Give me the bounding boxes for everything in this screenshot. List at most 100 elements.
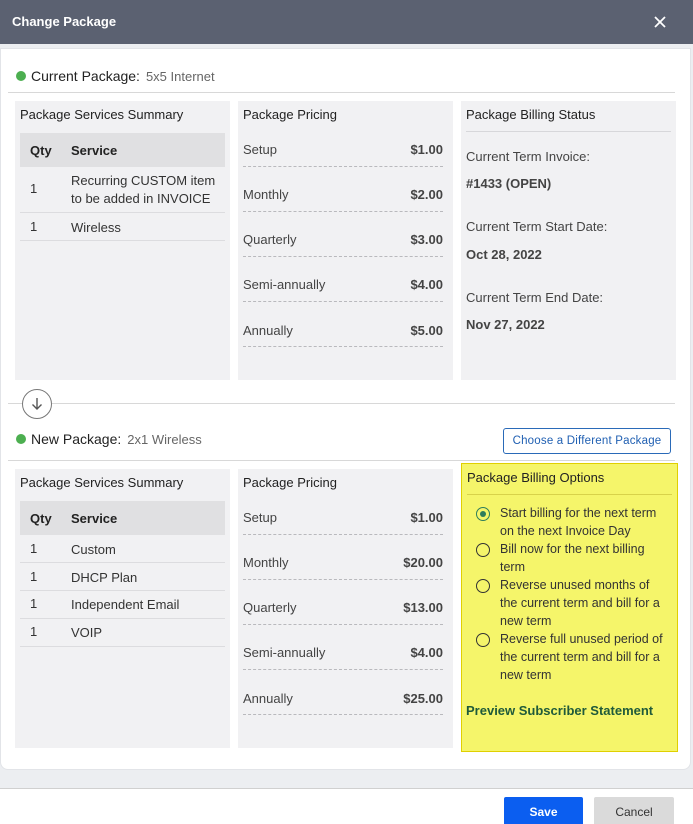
service-cell: VOIP	[71, 625, 103, 640]
billing-option-next-term[interactable]: Start billing for the next term on the n…	[476, 504, 668, 540]
new-services-title: Package Services Summary	[20, 475, 184, 490]
price-value: $2.00	[410, 187, 443, 202]
divider	[466, 131, 671, 132]
current-package-name: 5x5 Internet	[145, 68, 215, 84]
billing-option-label: Reverse unused months of the current ter…	[500, 578, 660, 628]
qty-header: Qty	[30, 511, 52, 526]
new-package-status-dot	[16, 434, 26, 444]
radio-unselected[interactable]	[476, 543, 490, 557]
new-services-panel: Package Services Summary Qty Service 1 C…	[15, 469, 230, 748]
current-services-header: Qty Service	[20, 133, 225, 167]
service-cell: Custom	[71, 542, 116, 557]
billing-option-label: Start billing for the next term on the n…	[500, 506, 657, 538]
new-pricing-title: Package Pricing	[243, 475, 337, 490]
billing-option-label: Reverse full unused period of the curren…	[500, 632, 663, 682]
qty-header: Qty	[30, 143, 52, 158]
current-pricing-panel: Package Pricing Setup $1.00 Monthly $2.0…	[238, 101, 453, 380]
choose-different-package-button[interactable]: Choose a Different Package	[503, 428, 671, 454]
close-icon[interactable]	[649, 11, 671, 33]
table-row: 1 Wireless	[20, 213, 225, 241]
new-package-name: 2x1 Wireless	[127, 431, 202, 447]
service-cell: Wireless	[71, 220, 121, 235]
billing-options-title: Package Billing Options	[467, 470, 605, 485]
price-value: $4.00	[410, 277, 443, 292]
cancel-button[interactable]: Cancel	[594, 797, 674, 824]
table-row: 1 Custom	[20, 535, 225, 563]
price-value: $13.00	[403, 600, 443, 615]
current-billing-status-panel: Package Billing Status Current Term Invo…	[461, 101, 676, 380]
new-pricing-panel: Package Pricing Setup $1.00 Monthly $20.…	[238, 469, 453, 748]
price-row: Annually $25.00	[243, 670, 443, 715]
qty-cell: 1	[30, 624, 38, 639]
price-label: Monthly	[243, 187, 289, 202]
service-cell: Recurring CUSTOM item to be added in INV…	[71, 173, 216, 206]
save-button[interactable]: Save	[504, 797, 583, 824]
price-label: Annually	[243, 691, 293, 706]
current-services-panel: Package Services Summary Qty Service 1 R…	[15, 101, 230, 380]
price-value: $1.00	[410, 142, 443, 157]
service-header: Service	[71, 143, 118, 158]
divider	[467, 494, 672, 495]
billing-status-title: Package Billing Status	[466, 107, 596, 122]
price-row: Setup $1.00	[243, 122, 443, 167]
current-pricing-title: Package Pricing	[243, 107, 337, 122]
billing-option-reverse-months[interactable]: Reverse unused months of the current ter…	[476, 576, 668, 630]
table-row: 1 Recurring CUSTOM item to be added in I…	[20, 167, 225, 213]
new-package-header: New Package: 2x1 Wireless	[16, 431, 202, 447]
invoice-label: Current Term Invoice:	[466, 149, 591, 164]
arrow-down-circle-icon	[22, 389, 52, 419]
price-label: Semi-annually	[243, 277, 326, 292]
qty-cell: 1	[30, 541, 38, 556]
term-end-label: Current Term End Date:	[466, 290, 604, 305]
term-end-value: Nov 27, 2022	[466, 317, 545, 332]
price-row: Monthly $2.00	[243, 167, 443, 212]
price-row: Setup $1.00	[243, 490, 443, 535]
qty-cell: 1	[30, 596, 38, 611]
radio-selected[interactable]	[476, 507, 490, 521]
price-label: Quarterly	[243, 232, 297, 247]
dialog-footer: Save Cancel	[0, 788, 693, 824]
current-services-title: Package Services Summary	[20, 107, 184, 122]
price-row: Monthly $20.00	[243, 535, 443, 580]
service-cell: Independent Email	[71, 597, 180, 612]
radio-unselected[interactable]	[476, 633, 490, 647]
billing-option-reverse-full[interactable]: Reverse full unused period of the curren…	[476, 630, 668, 684]
qty-cell: 1	[30, 181, 38, 196]
service-cell: DHCP Plan	[71, 570, 138, 585]
qty-cell: 1	[30, 569, 38, 584]
price-value: $4.00	[410, 645, 443, 660]
current-package-label: Current Package:	[31, 68, 140, 84]
preview-statement-link[interactable]: Preview Subscriber Statement	[466, 703, 653, 718]
billing-option-bill-now[interactable]: Bill now for the next billing term	[476, 540, 668, 576]
price-label: Annually	[243, 323, 293, 338]
divider	[8, 403, 675, 404]
dialog-title-bar: Change Package	[0, 0, 693, 44]
new-services-header: Qty Service	[20, 501, 225, 535]
price-row: Quarterly $13.00	[243, 580, 443, 625]
term-start-value: Oct 28, 2022	[466, 247, 542, 262]
price-label: Monthly	[243, 555, 289, 570]
dialog-title: Change Package	[12, 14, 117, 29]
term-start-label: Current Term Start Date:	[466, 219, 608, 234]
radio-unselected[interactable]	[476, 579, 490, 593]
new-package-label: New Package:	[31, 431, 122, 447]
price-value: $5.00	[410, 323, 443, 338]
invoice-value: #1433 (OPEN)	[466, 176, 552, 191]
price-value: $3.00	[410, 232, 443, 247]
table-row: 1 VOIP	[20, 619, 225, 647]
price-label: Setup	[243, 510, 277, 525]
divider	[8, 460, 675, 461]
divider	[8, 92, 675, 93]
current-package-header: Current Package: 5x5 Internet	[16, 68, 215, 84]
billing-option-label: Bill now for the next billing term	[500, 542, 645, 574]
price-value: $1.00	[410, 510, 443, 525]
price-label: Setup	[243, 142, 277, 157]
price-row: Semi-annually $4.00	[243, 625, 443, 670]
price-value: $20.00	[403, 555, 443, 570]
table-row: 1 DHCP Plan	[20, 563, 225, 591]
billing-options-panel: Package Billing Options Start billing fo…	[461, 463, 678, 752]
service-header: Service	[71, 511, 118, 526]
price-label: Quarterly	[243, 600, 297, 615]
price-row: Semi-annually $4.00	[243, 257, 443, 302]
qty-cell: 1	[30, 219, 38, 234]
